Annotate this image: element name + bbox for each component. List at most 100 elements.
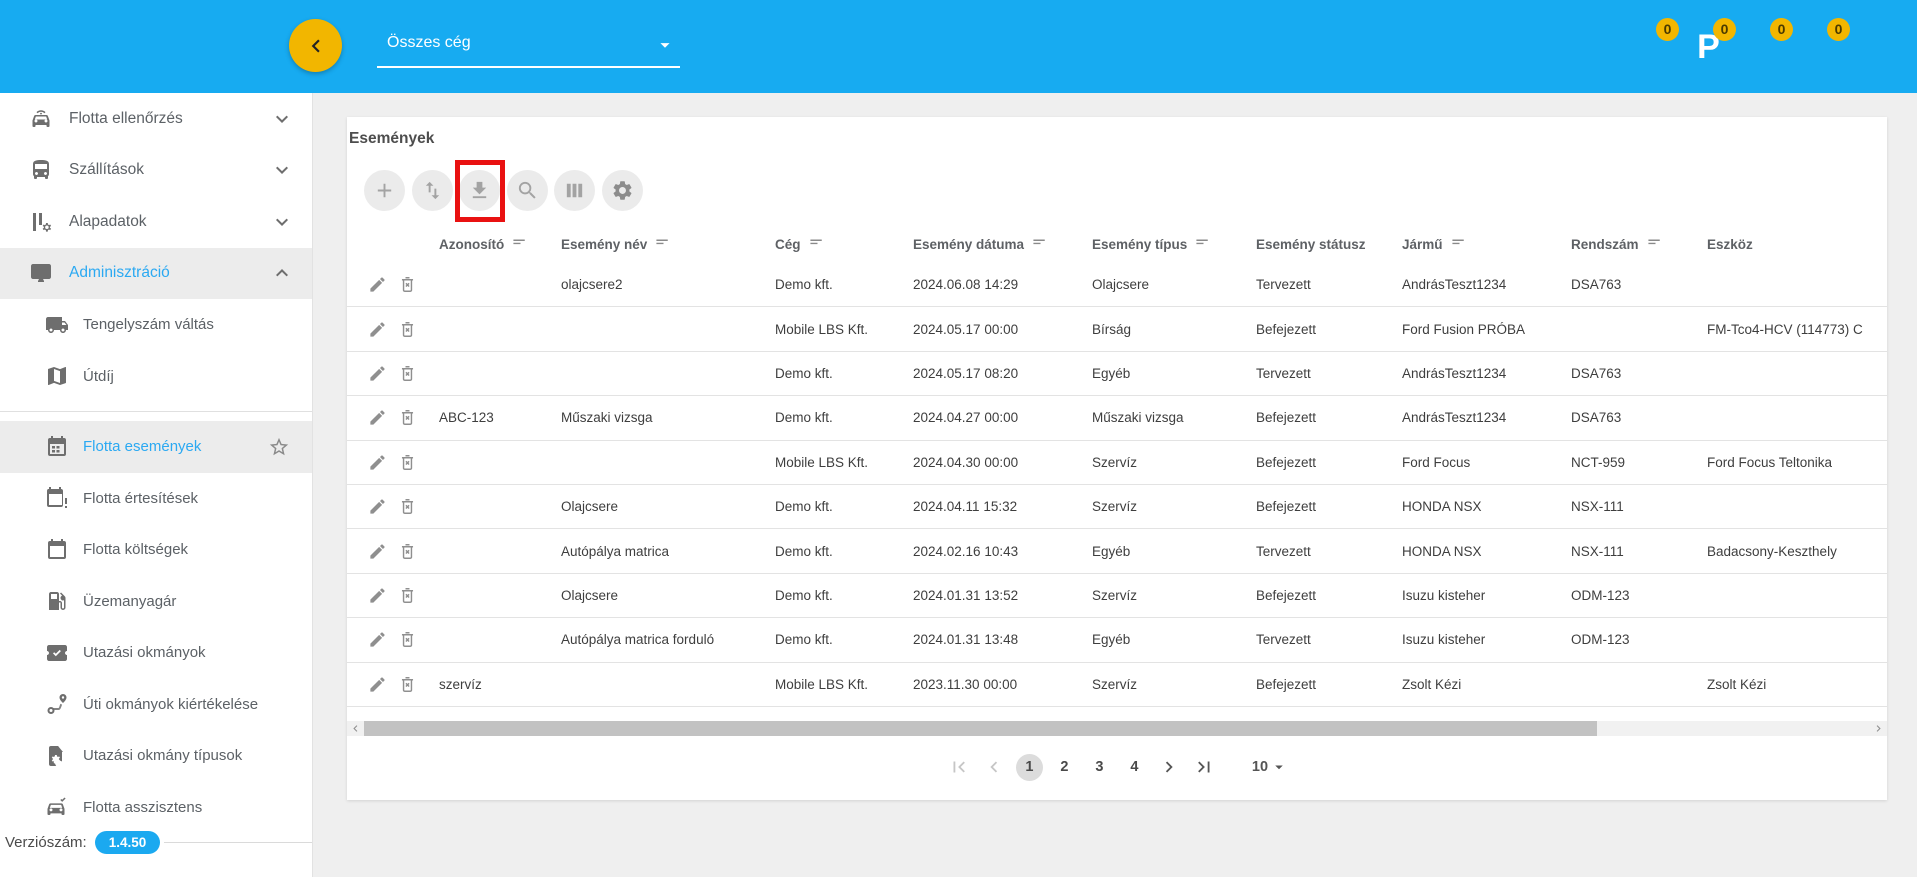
sidebar-item-flotta-rtes-t-sek[interactable]: Flotta értesítések: [0, 473, 312, 525]
download-button[interactable]: [459, 170, 500, 211]
piggy-bank-icon: [1464, 30, 1498, 64]
table-cell: 2024.06.08 14:29: [913, 277, 1092, 292]
scrollbar-thumb[interactable]: [364, 721, 1597, 736]
table-row: Demo kft.2024.05.17 08:20EgyébTervezettA…: [347, 352, 1887, 396]
scroll-right-arrow[interactable]: [1871, 721, 1886, 736]
sidebar-item--ti-okm-nyok-ki-rt-kel-se[interactable]: Úti okmányok kiértékelése: [0, 679, 312, 731]
column-header-rendsz-m[interactable]: Rendszám: [1571, 236, 1707, 253]
monitor-icon: [29, 261, 53, 285]
first-page-button[interactable]: [946, 754, 973, 781]
delete-icon[interactable]: [398, 320, 417, 339]
chevron-down-icon: [654, 34, 676, 56]
columns-button[interactable]: [554, 170, 595, 211]
edit-icon[interactable]: [368, 408, 387, 427]
sidebar-item-label: Útdíj: [83, 368, 114, 385]
horizontal-scrollbar[interactable]: [347, 721, 1887, 736]
table-cell: 2024.02.16 10:43: [913, 544, 1092, 559]
edit-icon[interactable]: [368, 630, 387, 649]
settings-button[interactable]: [602, 170, 643, 211]
sidebar-item--td-j[interactable]: Útdíj: [0, 351, 312, 403]
column-header-j-rm-[interactable]: Jármű: [1402, 236, 1571, 253]
messages-button[interactable]: 0: [1804, 25, 1841, 69]
document-sync-button[interactable]: 0: [1633, 25, 1670, 69]
sidebar-item-flotta-esem-nyek[interactable]: Flotta események: [0, 421, 312, 473]
delete-icon[interactable]: [398, 542, 417, 561]
delete-icon[interactable]: [398, 408, 417, 427]
table-cell: Demo kft.: [775, 632, 913, 647]
previous-page-button[interactable]: [981, 754, 1008, 781]
delete-icon[interactable]: [398, 630, 417, 649]
notifications-button[interactable]: 0: [1747, 25, 1784, 69]
row-actions: [347, 275, 439, 294]
sort-button[interactable]: [412, 170, 453, 211]
table-cell: Befejezett: [1256, 588, 1402, 603]
page-button-4[interactable]: 4: [1121, 754, 1148, 781]
sidebar-item-label: Szállítások: [69, 161, 144, 179]
parking-button[interactable]: P0: [1690, 25, 1727, 69]
column-header-esem-ny-t-pus[interactable]: Esemény típus: [1092, 236, 1256, 253]
column-label: Esemény státusz: [1256, 237, 1366, 252]
chevron-down-icon: [1270, 758, 1288, 776]
column-header-esem-ny-d-tuma[interactable]: Esemény dátuma: [913, 236, 1092, 253]
favorite-star-icon[interactable]: [268, 436, 290, 458]
events-toolbar: [364, 170, 643, 211]
sidebar-item--zemanyag-r[interactable]: Üzemanyagár: [0, 576, 312, 628]
edit-icon[interactable]: [368, 497, 387, 516]
column-header-esem-ny-st-tusz: Esemény státusz: [1256, 237, 1402, 252]
table-cell: Badacsony-Keszthely: [1707, 544, 1887, 559]
column-header-azonos-t-[interactable]: Azonosító: [439, 236, 561, 253]
delete-icon[interactable]: [398, 364, 417, 383]
page-button-2[interactable]: 2: [1051, 754, 1078, 781]
next-page-button[interactable]: [1156, 754, 1183, 781]
sidebar-item-utaz-si-okm-ny-t-pusok[interactable]: Utazási okmány típusok: [0, 730, 312, 782]
page-size-select[interactable]: 10: [1252, 758, 1288, 776]
sidebar-item-flotta-ellen-rz-s[interactable]: Flotta ellenőrzés: [0, 93, 312, 145]
delete-icon[interactable]: [398, 453, 417, 472]
axle-truck-icon: [45, 313, 69, 337]
sidebar-item-tengelysz-m-v-lt-s[interactable]: Tengelyszám váltás: [0, 299, 312, 351]
column-label: Cég: [775, 237, 801, 252]
page-button-3[interactable]: 3: [1086, 754, 1113, 781]
edit-icon[interactable]: [368, 675, 387, 694]
page-button-1[interactable]: 1: [1016, 754, 1043, 781]
page-title: Események: [349, 130, 434, 148]
sidebar-item-adminisztr-ci-[interactable]: Adminisztráció: [0, 248, 312, 300]
table-cell: 2024.05.17 08:20: [913, 366, 1092, 381]
edit-icon[interactable]: [368, 586, 387, 605]
sidebar-item-alapadatok[interactable]: Alapadatok: [0, 196, 312, 248]
help-button[interactable]: [1576, 25, 1613, 69]
dashboard-button[interactable]: [1519, 25, 1556, 69]
table-cell: Befejezett: [1256, 410, 1402, 425]
sidebar-item-label: Úti okmányok kiértékelése: [83, 696, 258, 713]
chevron-right-icon: [1872, 722, 1885, 735]
edit-icon[interactable]: [368, 453, 387, 472]
column-header-esem-ny-n-v[interactable]: Esemény név: [561, 236, 775, 253]
delete-icon[interactable]: [398, 586, 417, 605]
edit-icon[interactable]: [368, 542, 387, 561]
row-actions: [347, 320, 439, 339]
search-button[interactable]: [507, 170, 548, 211]
scroll-left-arrow[interactable]: [348, 721, 363, 736]
previous-page-button-icon: [983, 756, 1005, 778]
edit-icon[interactable]: [368, 275, 387, 294]
sidebar-item-utaz-si-okm-nyok[interactable]: Utazási okmányok: [0, 627, 312, 679]
sidebar-item-sz-ll-t-sok[interactable]: Szállítások: [0, 145, 312, 197]
delete-icon[interactable]: [398, 675, 417, 694]
delete-icon[interactable]: [398, 275, 417, 294]
add-button[interactable]: [364, 170, 405, 211]
edit-icon[interactable]: [368, 320, 387, 339]
sidebar-item-flotta-k-lts-gek[interactable]: $Flotta költségek: [0, 524, 312, 576]
piggy-bank-button[interactable]: [1462, 25, 1499, 69]
delete-icon[interactable]: [398, 497, 417, 516]
table-cell: DSA763: [1571, 277, 1707, 292]
company-select[interactable]: Összes cég: [377, 28, 680, 68]
edit-icon[interactable]: [368, 364, 387, 383]
table-cell: Tervezett: [1256, 544, 1402, 559]
headset-button[interactable]: [1861, 25, 1898, 69]
last-page-button[interactable]: [1191, 754, 1218, 781]
collapse-sidebar-button[interactable]: [289, 19, 342, 72]
table-cell: Szervíz: [1092, 455, 1256, 470]
calendar-icon: [45, 435, 69, 459]
column-header-c-g[interactable]: Cég: [775, 236, 913, 253]
sort-filter-icon: [1451, 236, 1468, 253]
